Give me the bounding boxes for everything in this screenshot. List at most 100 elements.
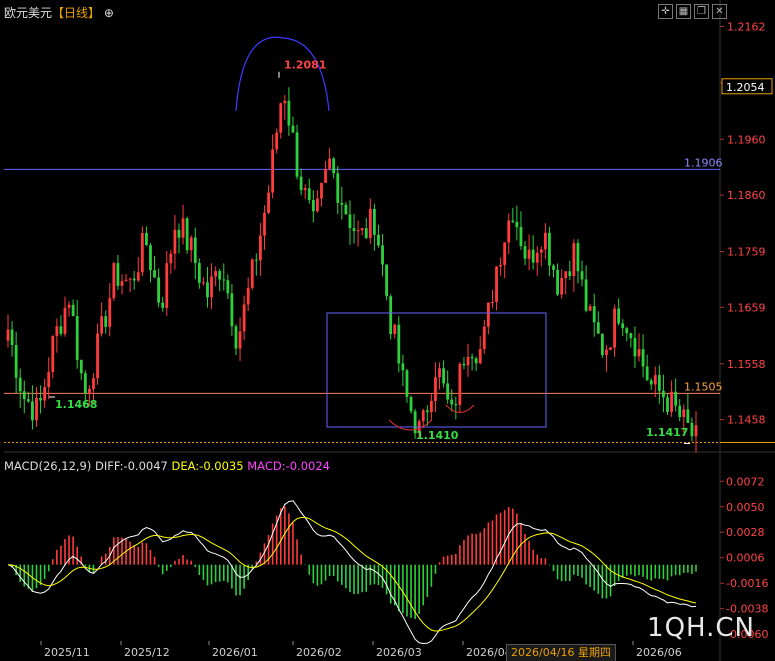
candle-body <box>662 390 665 398</box>
candle-body <box>670 391 673 412</box>
macd-tick-label: 0.0050 <box>726 501 765 514</box>
range-box <box>326 312 547 428</box>
candle-body <box>169 253 173 264</box>
price-tick-label: 1.1960 <box>727 133 766 146</box>
candle-body <box>629 333 633 339</box>
cursor-date-label: 2026/04/16 星期四 <box>506 644 616 661</box>
candle-body <box>535 252 539 263</box>
candle-body <box>531 249 535 263</box>
candle-body <box>128 278 132 280</box>
candle-body <box>295 132 299 177</box>
candle-body <box>234 326 238 349</box>
candle-body <box>279 103 283 133</box>
high-label: 1.2081 <box>284 59 326 72</box>
candle-body <box>434 377 437 401</box>
candle-body <box>67 304 71 308</box>
chart-window: 1.21621.20611.19601.18601.17591.16591.15… <box>0 0 775 661</box>
candle-body <box>161 302 165 308</box>
candle-body <box>88 388 91 394</box>
candle-body <box>470 356 474 359</box>
layout-icon[interactable]: ▦ <box>676 4 691 19</box>
candle-body <box>401 363 405 371</box>
macd-tick-label: -0.0016 <box>726 577 768 590</box>
candle-body <box>389 296 393 335</box>
candle-body <box>572 243 576 276</box>
candle-body <box>271 149 275 193</box>
candle-body <box>462 363 466 366</box>
candle-body <box>653 375 657 385</box>
candle-body <box>491 302 494 304</box>
candle-body <box>425 410 429 413</box>
candle-body <box>51 336 55 373</box>
candle-body <box>6 329 10 341</box>
x-axis-label: 2025/12 <box>124 646 170 659</box>
candle-body <box>466 356 470 366</box>
candle-body <box>482 326 486 349</box>
candle-body <box>291 125 295 133</box>
candle-body <box>552 265 555 270</box>
x-axis-label: 2026/04 <box>466 646 512 659</box>
candle-body <box>438 368 441 378</box>
candle-body <box>372 208 376 235</box>
current-price-label: 1.2054 <box>726 81 765 94</box>
candle-body <box>230 293 234 327</box>
candle-body <box>55 326 59 337</box>
candle-body <box>250 259 254 288</box>
candle-body <box>409 396 413 412</box>
candle-body <box>421 410 425 422</box>
candle-body <box>564 271 568 279</box>
candle-body <box>197 263 201 283</box>
candle-body <box>690 422 694 437</box>
candle-body <box>405 370 409 397</box>
candle-body <box>140 233 144 273</box>
candle-body <box>678 405 682 418</box>
candle-body <box>507 220 511 243</box>
price-tick-label: 1.1558 <box>727 358 766 371</box>
macd-tick-label: 0.0006 <box>726 552 765 565</box>
candle-body <box>275 132 279 150</box>
macd-dea: DEA:-0.0035 <box>171 459 244 473</box>
low-mid-label: 1.1410 <box>416 429 459 442</box>
candle-body <box>539 249 543 253</box>
candle-body <box>645 366 649 381</box>
candle-body <box>450 399 454 405</box>
timeframe-label[interactable]: 【日线】 <box>52 6 100 20</box>
candle-body <box>18 377 22 392</box>
low-end-label: 1.1417 <box>646 426 688 439</box>
candle-body <box>63 307 67 334</box>
candle-body <box>189 237 193 251</box>
candle-body <box>344 204 348 215</box>
candle-body <box>580 271 584 280</box>
x-axis-label: 2026/03 <box>376 646 422 659</box>
chart-canvas[interactable]: 1.21621.20611.19601.18601.17591.16591.15… <box>0 0 775 661</box>
candle-body <box>352 228 356 232</box>
candle-body <box>177 229 181 238</box>
candle-body <box>478 348 482 364</box>
price-tick-label: 1.1458 <box>727 414 766 427</box>
crosshair-icon[interactable]: ✛ <box>658 4 673 19</box>
candle-body <box>218 271 222 280</box>
candle-body <box>35 397 38 421</box>
close-icon[interactable]: ✕ <box>712 4 727 19</box>
candle-body <box>360 228 364 231</box>
candle-body <box>523 246 527 259</box>
candle-body <box>132 278 136 281</box>
price-tick-label: 1.1659 <box>727 301 766 314</box>
candle-body <box>368 208 372 238</box>
candle-body <box>173 229 177 254</box>
candle-body <box>222 279 226 281</box>
candle-body <box>397 324 401 364</box>
candle-body <box>499 264 502 267</box>
candle-body <box>31 401 34 421</box>
candle-body <box>47 372 51 388</box>
candle-body <box>694 425 698 437</box>
macd-params: MACD(26,12,9) <box>4 459 92 473</box>
candle-body <box>442 368 445 384</box>
target-icon[interactable]: ⊕ <box>104 6 114 20</box>
candle-body <box>588 306 592 311</box>
candle-body <box>657 375 661 391</box>
candle-body <box>263 212 266 236</box>
restore-icon[interactable]: ❐ <box>694 4 709 19</box>
candle-body <box>254 259 258 261</box>
candle-body <box>185 218 189 251</box>
